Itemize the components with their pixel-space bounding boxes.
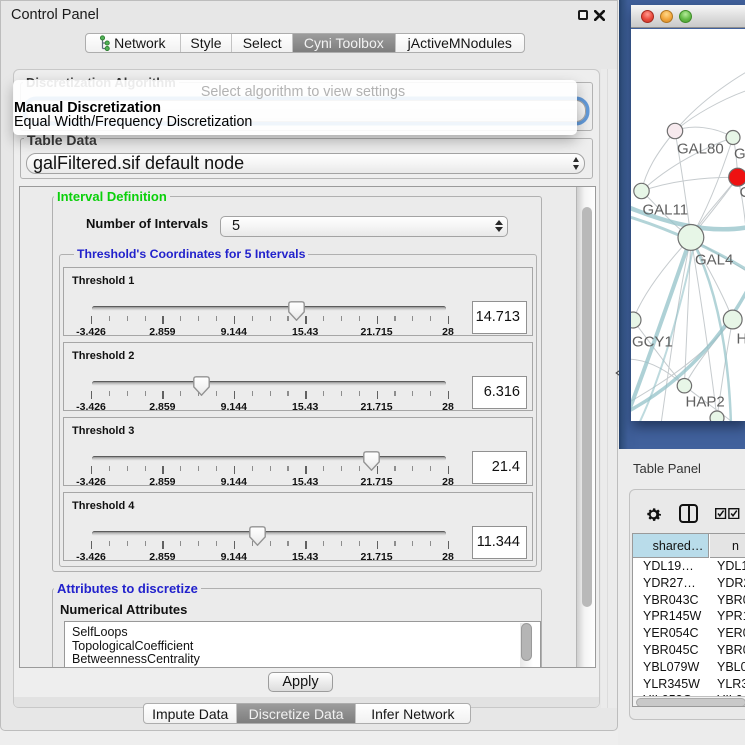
svg-text:HAP2: HAP2	[686, 394, 725, 411]
svg-text:GAL11: GAL11	[643, 202, 689, 219]
svg-text:H: H	[737, 331, 745, 348]
svg-text:GAL4: GAL4	[695, 252, 733, 269]
svg-text:GCY1: GCY1	[632, 334, 673, 351]
svg-text:GAL80: GAL80	[677, 141, 724, 158]
svg-text:GA: GA	[734, 146, 745, 163]
svg-text:C: C	[740, 184, 745, 201]
